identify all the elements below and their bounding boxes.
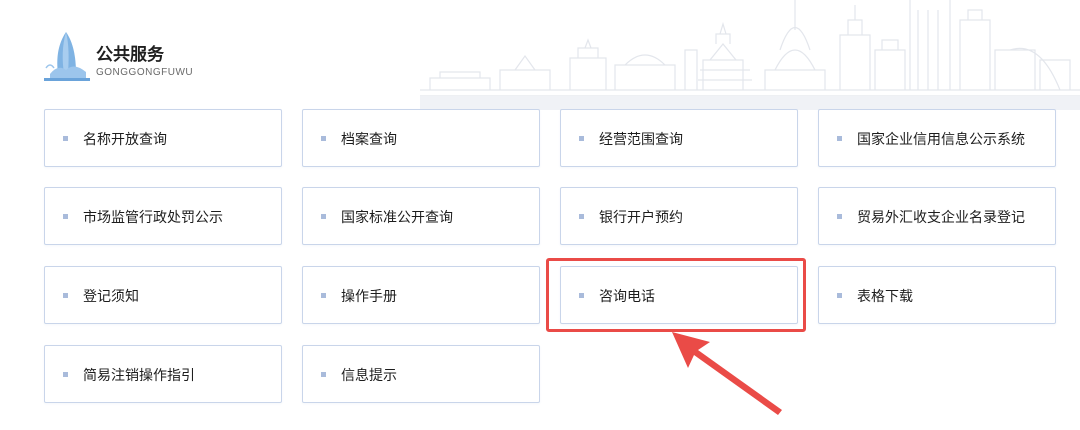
service-card-credit-info-system[interactable]: 国家企业信用信息公示系统 bbox=[818, 109, 1056, 167]
bullet-icon bbox=[63, 214, 68, 219]
service-label: 国家企业信用信息公示系统 bbox=[857, 132, 1025, 148]
service-label: 登记须知 bbox=[83, 289, 139, 305]
bullet-icon bbox=[837, 293, 842, 298]
bullet-icon bbox=[321, 136, 326, 141]
service-label: 银行开户预约 bbox=[599, 210, 683, 226]
service-label: 简易注销操作指引 bbox=[83, 368, 195, 384]
service-card-archive-query[interactable]: 档案查询 bbox=[302, 109, 540, 167]
service-card-info-tips[interactable]: 信息提示 bbox=[302, 345, 540, 403]
service-card-forex-registration[interactable]: 贸易外汇收支企业名录登记 bbox=[818, 187, 1056, 245]
bullet-icon bbox=[321, 372, 326, 377]
service-card-form-download[interactable]: 表格下载 bbox=[818, 266, 1056, 324]
bullet-icon bbox=[321, 293, 326, 298]
service-label: 操作手册 bbox=[341, 289, 397, 305]
service-card-simple-deregistration-guide[interactable]: 简易注销操作指引 bbox=[44, 345, 282, 403]
red-arrow-icon bbox=[672, 332, 782, 415]
bullet-icon bbox=[63, 372, 68, 377]
service-card-name-query[interactable]: 名称开放查询 bbox=[44, 109, 282, 167]
service-label: 市场监管行政处罚公示 bbox=[83, 210, 223, 226]
service-card-user-manual[interactable]: 操作手册 bbox=[302, 266, 540, 324]
section-subtitle: GONGGONGFUWU bbox=[96, 67, 194, 78]
service-label: 国家标准公开查询 bbox=[341, 210, 453, 226]
bullet-icon bbox=[837, 136, 842, 141]
service-label: 经营范围查询 bbox=[599, 132, 683, 148]
bullet-icon bbox=[579, 136, 584, 141]
service-card-national-standard-query[interactable]: 国家标准公开查询 bbox=[302, 187, 540, 245]
bullet-icon bbox=[837, 214, 842, 219]
service-card-penalty-notice[interactable]: 市场监管行政处罚公示 bbox=[44, 187, 282, 245]
bullet-icon bbox=[321, 214, 326, 219]
service-label: 档案查询 bbox=[341, 132, 397, 148]
bullet-icon bbox=[63, 136, 68, 141]
service-label: 贸易外汇收支企业名录登记 bbox=[857, 210, 1025, 226]
bullet-icon bbox=[63, 293, 68, 298]
service-label: 表格下载 bbox=[857, 289, 913, 305]
service-card-bank-account-booking[interactable]: 银行开户预约 bbox=[560, 187, 798, 245]
section-title: 公共服务 bbox=[96, 45, 164, 65]
bullet-icon bbox=[579, 214, 584, 219]
service-label: 名称开放查询 bbox=[83, 132, 167, 148]
service-card-registration-notice[interactable]: 登记须知 bbox=[44, 266, 282, 324]
city-tower-logo-icon bbox=[44, 32, 90, 81]
service-card-business-scope-query[interactable]: 经营范围查询 bbox=[560, 109, 798, 167]
city-skyline-illustration bbox=[420, 0, 1080, 110]
service-label: 信息提示 bbox=[341, 368, 397, 384]
